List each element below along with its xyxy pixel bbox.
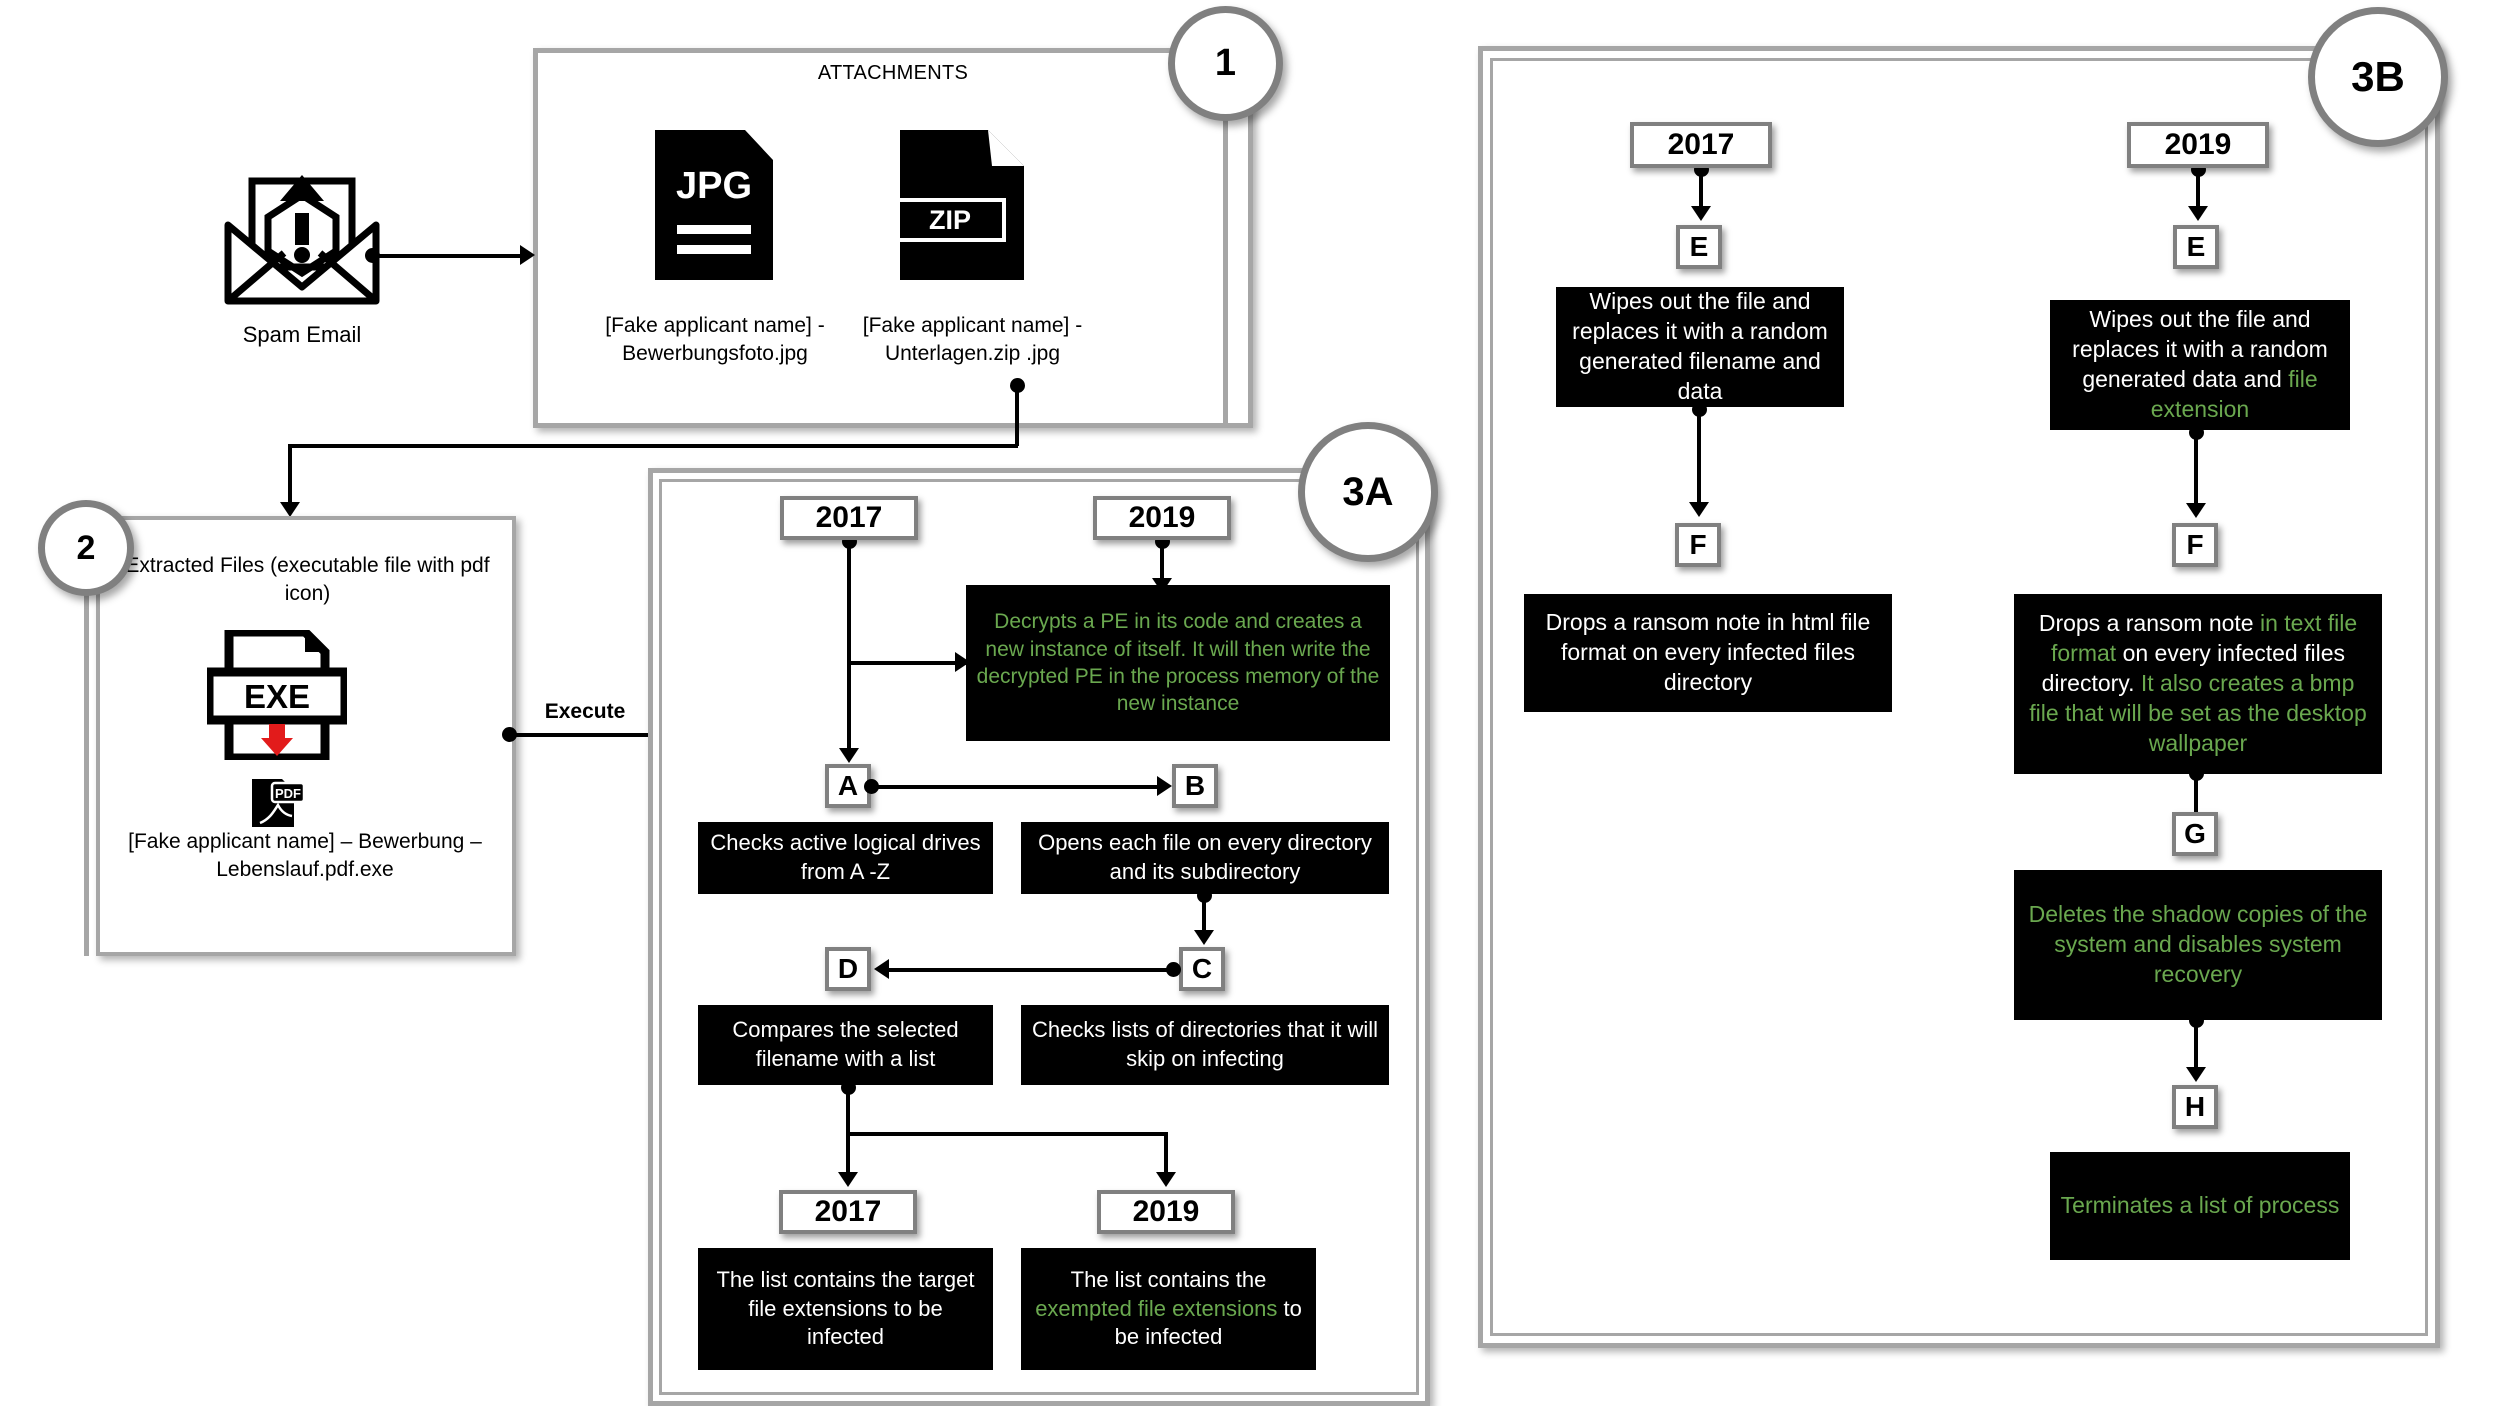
node-c: C bbox=[1179, 947, 1225, 991]
chip3b2019-to-e-arrowhead bbox=[2188, 206, 2208, 221]
box-3b-left-f-text: Drops a ransom note in html file format … bbox=[1545, 609, 1871, 695]
box-checks-drives: Checks active logical drives from A -Z bbox=[698, 822, 993, 894]
box-3b-right-f-text: Drops a ransom note in text file format … bbox=[2024, 609, 2372, 758]
box-3b-left-e-text: Wipes out the file and replaces it with … bbox=[1572, 288, 1828, 404]
chip2017-branch-line bbox=[847, 661, 967, 665]
execute-label: Execute bbox=[544, 700, 626, 723]
svg-text:ZIP: ZIP bbox=[929, 205, 971, 235]
box3bright-e-to-f-arrowhead bbox=[2186, 503, 2206, 518]
email-to-attachments-arrowhead bbox=[520, 245, 535, 265]
box3bleft-e-to-f-arrowhead bbox=[1689, 502, 1709, 517]
c-to-d-arrowhead bbox=[874, 959, 889, 979]
boxd-split-bar bbox=[846, 1132, 1168, 1136]
svg-text:EXE: EXE bbox=[244, 678, 310, 715]
a-to-b-arrowhead bbox=[1157, 776, 1172, 796]
jpg-file-icon: JPG bbox=[655, 130, 773, 280]
box3bright-e-to-f-line bbox=[2194, 431, 2198, 509]
node-3b-left-f: F bbox=[1675, 523, 1721, 567]
exe-file-icon: EXE bbox=[207, 630, 347, 760]
spam-email-label: Spam Email bbox=[242, 322, 362, 347]
box3bright-g-to-h-arrowhead bbox=[2186, 1067, 2206, 1082]
box-3b-right-g-text: Deletes the shadow copies of the system … bbox=[2028, 901, 2368, 987]
attachments-title: ATTACHMENTS bbox=[817, 62, 969, 84]
box-compare-filename-text: Compares the selected filename with a li… bbox=[732, 1017, 959, 1071]
node-3b-right-h: H bbox=[2172, 1085, 2218, 1129]
box-opens-files: Opens each file on every directory and i… bbox=[1021, 822, 1389, 894]
badge1-stem bbox=[1223, 118, 1228, 428]
chip-2019-bottom: 2019 bbox=[1097, 1190, 1235, 1234]
svg-text:JPG: JPG bbox=[676, 165, 752, 207]
box3bright-g-to-h-line bbox=[2194, 1019, 2198, 1073]
zip-file-icon: ZIP bbox=[900, 130, 1024, 280]
box-list-2017-text: The list contains the target file extens… bbox=[716, 1267, 975, 1350]
extracted-files-heading: Extracted Files (executable file with pd… bbox=[125, 554, 490, 606]
node-c-out-dot bbox=[1166, 962, 1181, 977]
zip-attachment-caption: [Fake applicant name] - Unterlagen.zip .… bbox=[862, 314, 1083, 366]
box-list-2017: The list contains the target file extens… bbox=[698, 1248, 993, 1370]
diagram-canvas: ATTACHMENTS JPG [Fake applicant name] - … bbox=[0, 0, 2500, 1406]
extracted-file-caption: [Fake applicant name] – Bewerbung – Lebe… bbox=[128, 830, 482, 882]
chip-2017-bottom: 2017 bbox=[779, 1190, 917, 1234]
boxd-split-stem bbox=[846, 1086, 850, 1132]
box-3b-right-g: Deletes the shadow copies of the system … bbox=[2014, 870, 2382, 1020]
attachments-panel bbox=[533, 48, 1253, 428]
node-3b-right-f: F bbox=[2172, 523, 2218, 567]
zip-connector-down bbox=[1015, 386, 1019, 446]
node-3b-right-g: G bbox=[2172, 812, 2218, 856]
chip3b2017-to-e-arrowhead bbox=[1691, 206, 1711, 221]
zip-connector-down2 bbox=[288, 444, 292, 506]
node-a-out-dot bbox=[864, 779, 879, 794]
step-badge-3b: 3B bbox=[2308, 7, 2448, 147]
boxb-to-c-arrowhead bbox=[1194, 930, 1214, 945]
box-opens-files-text: Opens each file on every directory and i… bbox=[1038, 830, 1372, 884]
box-3b-left-e: Wipes out the file and replaces it with … bbox=[1556, 287, 1844, 407]
boxd-split-right-arrowhead bbox=[1156, 1172, 1176, 1187]
badge2-stem bbox=[84, 592, 89, 956]
chip2017-branch-arrowhead bbox=[955, 652, 970, 672]
step-badge-3a: 3A bbox=[1298, 422, 1438, 562]
email-to-attachments-line bbox=[372, 254, 522, 258]
chip2017-to-a-arrowhead bbox=[839, 748, 859, 763]
step-badge-1: 1 bbox=[1168, 6, 1283, 121]
box-list-2019-green: exempted file extensions bbox=[1035, 1295, 1278, 1321]
box-3b-right-f: Drops a ransom note in text file format … bbox=[2014, 594, 2382, 774]
boxd-split-left-arrowhead bbox=[838, 1172, 858, 1187]
box-3b-right-e-text: Wipes out the file and replaces it with … bbox=[2060, 305, 2340, 425]
chip2017-to-a-line bbox=[847, 542, 851, 754]
box-checks-drives-text: Checks active logical drives from A -Z bbox=[710, 830, 981, 884]
box3bleft-e-to-f-line bbox=[1697, 408, 1701, 508]
chip-3b-2019: 2019 bbox=[2127, 122, 2269, 168]
svg-text:PDF: PDF bbox=[275, 786, 301, 801]
box-3b-right-e: Wipes out the file and replaces it with … bbox=[2050, 300, 2350, 430]
zip-connector-left bbox=[288, 444, 1018, 448]
box-3b-right-h: Terminates a list of process bbox=[2050, 1152, 2350, 1260]
box-skip-directories: Checks lists of directories that it will… bbox=[1021, 1005, 1389, 1085]
execute-line bbox=[509, 733, 654, 737]
node-b: B bbox=[1172, 764, 1218, 808]
node-d: D bbox=[825, 947, 871, 991]
pdf-file-icon: PDF bbox=[248, 775, 306, 831]
spam-email-icon bbox=[222, 175, 382, 307]
box-skip-directories-text: Checks lists of directories that it will… bbox=[1032, 1017, 1378, 1071]
zip-connector-arrowhead bbox=[280, 502, 300, 517]
node-3b-right-e: E bbox=[2173, 225, 2219, 269]
chip-2019-top: 2019 bbox=[1093, 496, 1231, 540]
node-3b-left-e: E bbox=[1676, 225, 1722, 269]
box-3b-left-f: Drops a ransom note in html file format … bbox=[1524, 594, 1892, 712]
c-to-d-line bbox=[889, 968, 1172, 972]
step-badge-2: 2 bbox=[38, 500, 134, 596]
box-list-2019-part1: The list contains the bbox=[1070, 1267, 1267, 1293]
chip-3b-2017: 2017 bbox=[1630, 122, 1772, 168]
box-list-2019-text: The list contains the exempted file exte… bbox=[1031, 1266, 1306, 1352]
jpg-attachment-caption: [Fake applicant name] - Bewerbungsfoto.j… bbox=[605, 314, 825, 366]
decrypt-note-box: Decrypts a PE in its code and creates a … bbox=[966, 585, 1390, 741]
box-compare-filename: Compares the selected filename with a li… bbox=[698, 1005, 993, 1085]
box-list-2019: The list contains the exempted file exte… bbox=[1021, 1248, 1316, 1370]
chip-2017-top: 2017 bbox=[780, 496, 918, 540]
decrypt-note-text: Decrypts a PE in its code and creates a … bbox=[976, 610, 1380, 716]
box-3b-right-f-part1: Drops a ransom note bbox=[2038, 610, 2254, 637]
box-3b-right-h-text: Terminates a list of process bbox=[2060, 1192, 2340, 1219]
a-to-b-line bbox=[871, 785, 1159, 789]
